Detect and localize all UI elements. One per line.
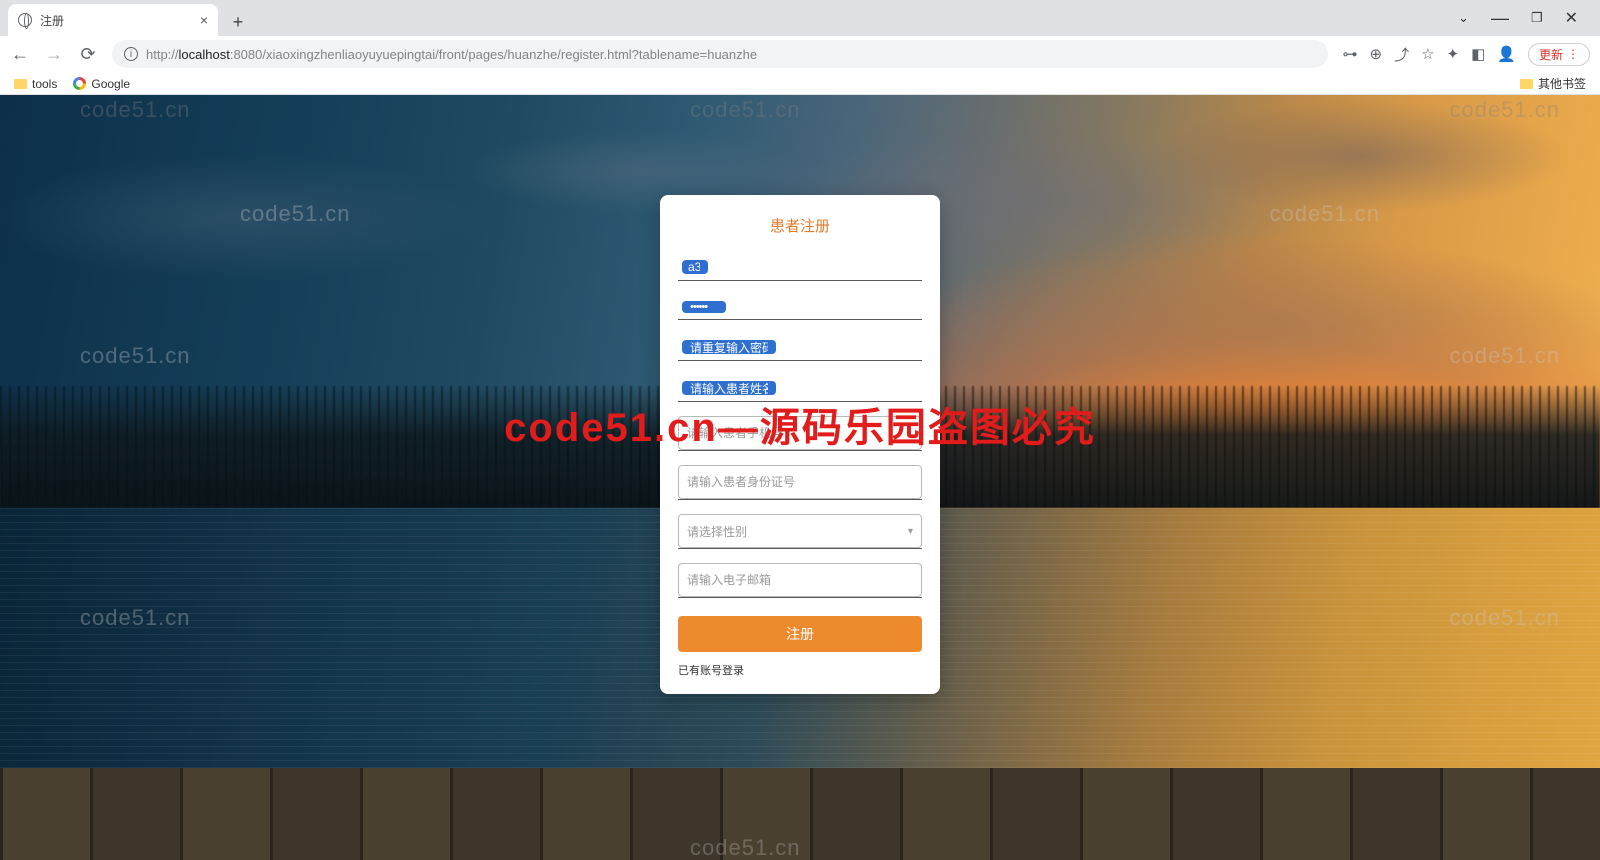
idcard-input[interactable] [678,465,922,499]
share-icon[interactable]: ⤴ [1394,44,1409,65]
phone-input[interactable] [678,416,922,450]
browser-tab[interactable]: 注册 × [8,4,218,36]
form-title: 患者注册 [678,215,922,236]
phone-field-wrap [678,416,922,451]
reload-button[interactable]: ⟳ [78,44,98,64]
confirm-password-input[interactable] [682,340,776,354]
bookmark-google[interactable]: Google [73,77,130,91]
update-button[interactable]: 更新⋮ [1528,43,1590,66]
minimize-icon[interactable]: — [1491,8,1509,29]
page-content: code51.cn code51.cn code51.cn code51.cn … [0,95,1600,860]
patient-name-input[interactable] [682,381,776,395]
bookmark-other[interactable]: 其他书签 [1520,75,1586,92]
confirm-field-wrap [678,334,922,361]
gender-select[interactable]: 请选择性别 ▾ [678,514,922,548]
site-info-icon[interactable]: i [124,47,138,61]
tab-bar: 注册 × + ⌄ — ❐ ✕ [0,0,1600,36]
email-field-wrap [678,563,922,598]
tab-title: 注册 [40,12,64,29]
folder-icon [1520,79,1533,89]
zoom-icon[interactable]: ⊕ [1369,45,1382,63]
login-link[interactable]: 已有账号登录 [678,662,922,678]
gender-placeholder: 请选择性别 [687,523,747,540]
background-dock [0,768,1600,860]
url-bar[interactable]: i http://localhost:8080/xiaoxingzhenliao… [112,40,1328,68]
profile-icon[interactable]: 👤 [1497,45,1516,63]
password-field-wrap [678,295,922,320]
bookmark-tools[interactable]: tools [14,77,57,91]
idcard-field-wrap [678,465,922,500]
chevron-down-icon[interactable]: ⌄ [1458,10,1469,26]
window-controls: ⌄ — ❐ ✕ [1458,0,1592,36]
close-icon[interactable]: × [200,12,208,28]
email-input[interactable] [678,563,922,597]
folder-icon [14,79,27,89]
back-button[interactable]: ← [10,44,30,64]
address-row: ← → ⟳ i http://localhost:8080/xiaoxingzh… [0,36,1600,72]
extensions-icon[interactable]: ✦ [1447,45,1460,63]
browser-chrome: 注册 × + ⌄ — ❐ ✕ ← → ⟳ i http://localhost:… [0,0,1600,95]
username-input[interactable] [682,260,708,274]
maximize-icon[interactable]: ❐ [1531,10,1543,26]
bookmark-icon[interactable]: ☆ [1421,45,1434,63]
name-field-wrap [678,375,922,402]
key-icon[interactable]: ⊶ [1342,45,1357,63]
globe-icon [18,13,32,27]
gender-field-wrap: 请选择性别 ▾ [678,514,922,549]
forward-button[interactable]: → [44,44,64,64]
register-card: 患者注册 请选择性别 ▾ 注册 已有账号登录 [660,195,940,694]
side-panel-icon[interactable]: ◧ [1471,45,1485,63]
register-button[interactable]: 注册 [678,616,922,652]
bookmarks-bar: tools Google 其他书签 [0,72,1600,95]
new-tab-button[interactable]: + [224,8,252,36]
close-window-icon[interactable]: ✕ [1565,8,1578,28]
username-field-wrap [678,254,922,281]
address-actions: ⊶ ⊕ ⤴ ☆ ✦ ◧ 👤 更新⋮ [1342,43,1590,66]
url-text: http://localhost:8080/xiaoxingzhenliaoyu… [146,47,757,62]
chevron-down-icon: ▾ [908,526,913,537]
password-input[interactable] [682,301,726,313]
google-icon [73,77,86,90]
